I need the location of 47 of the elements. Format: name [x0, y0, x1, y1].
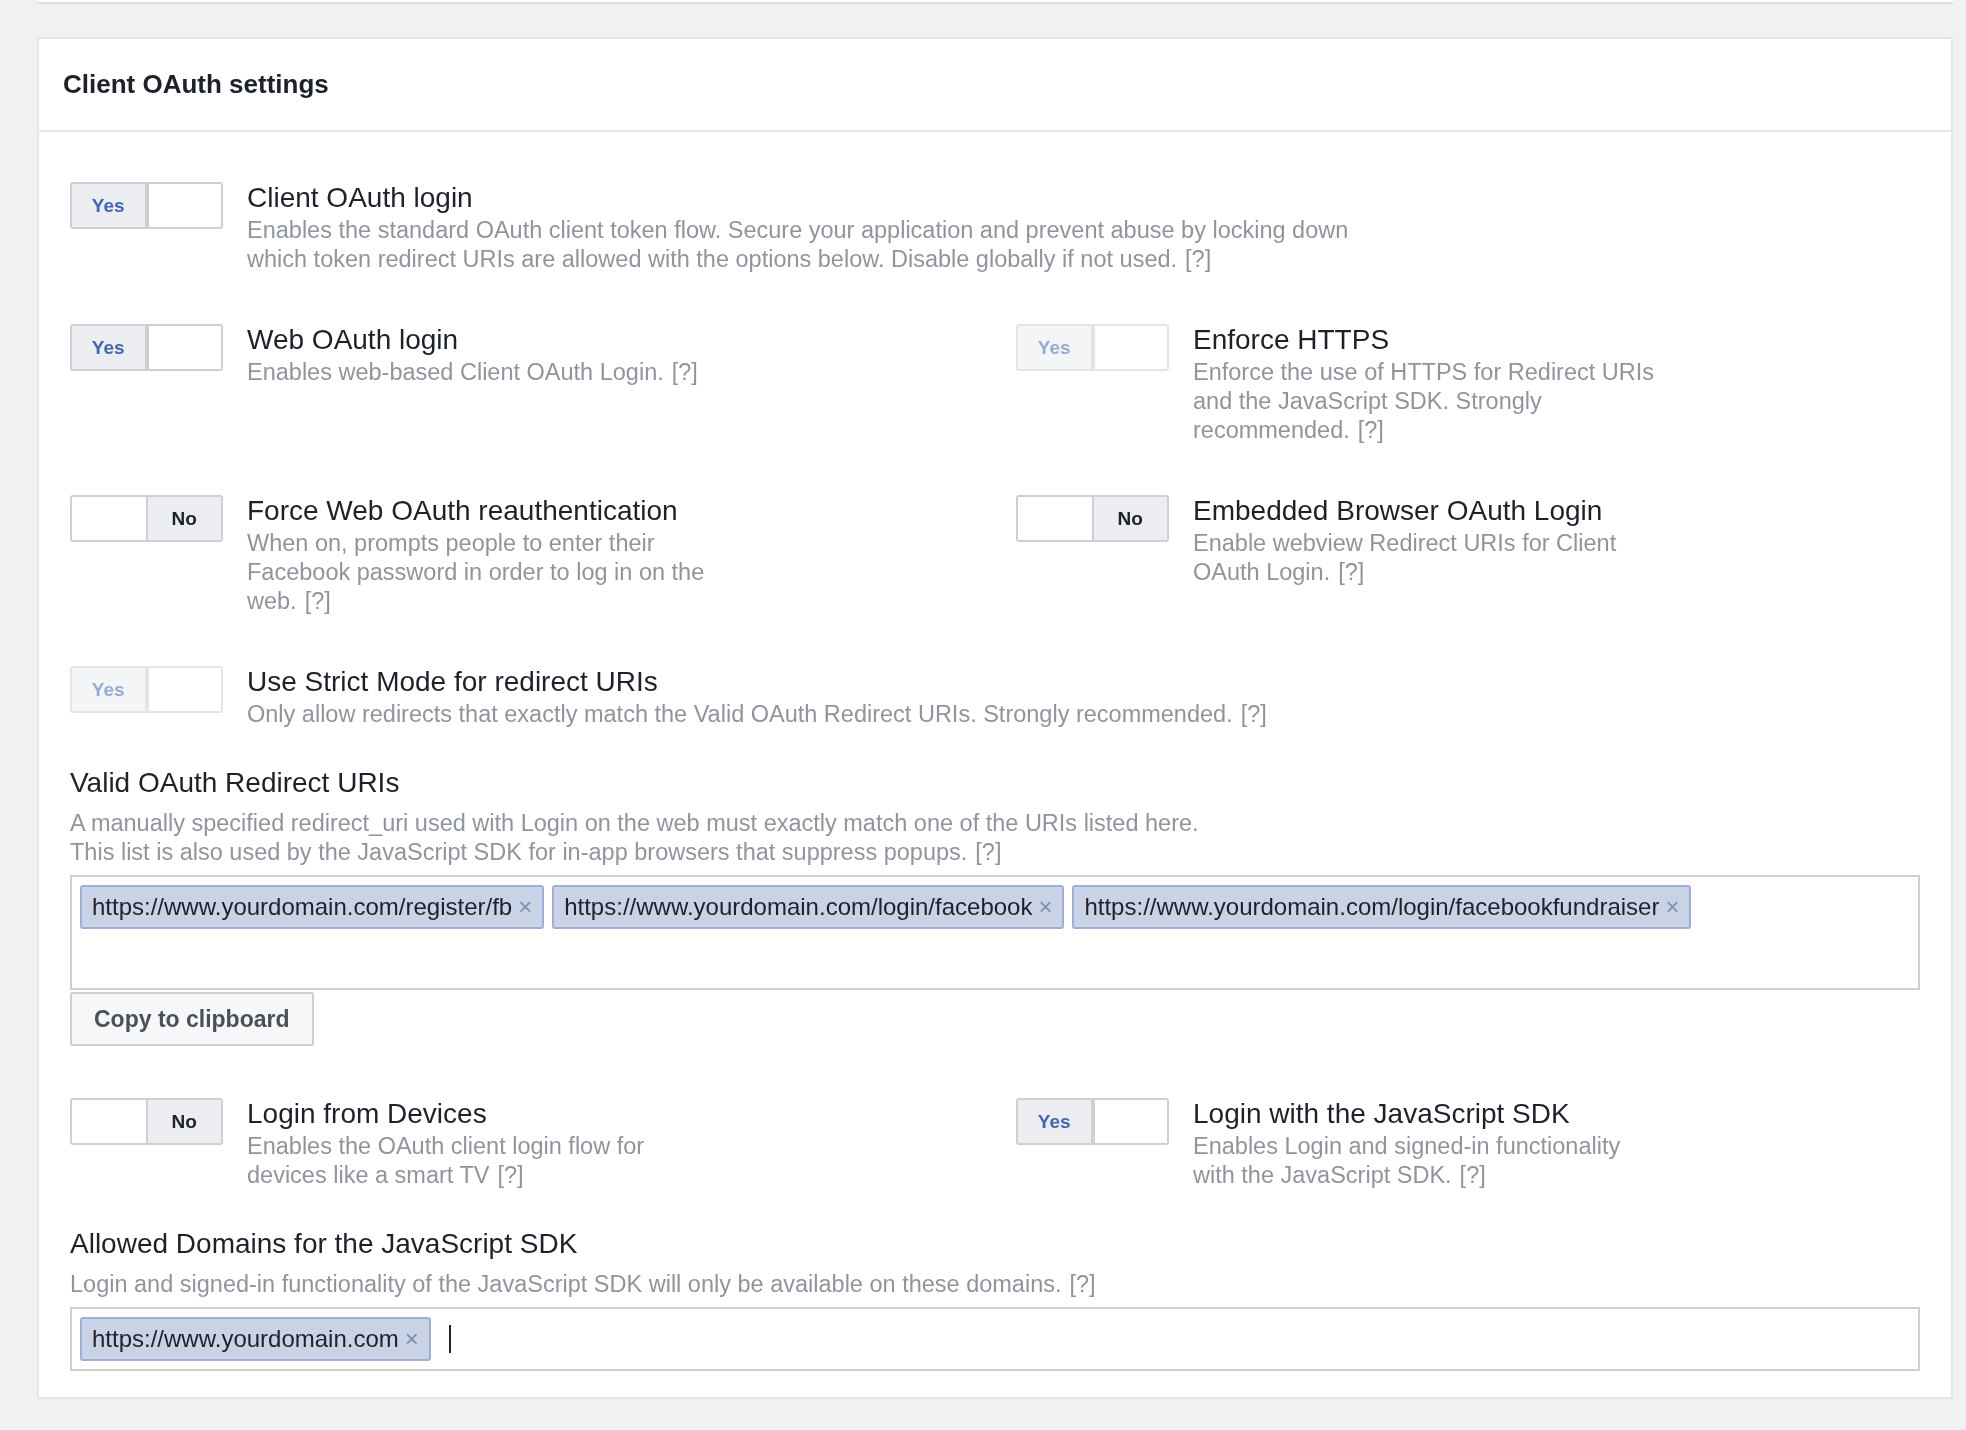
remove-tag-button[interactable]: ×: [404, 1327, 419, 1351]
url-tag: https://www.yourdomain.com ×: [80, 1317, 431, 1361]
setting-title: Login from Devices: [247, 1097, 488, 1131]
text-cursor: [448, 1325, 451, 1353]
toggle-switch[interactable]: Yes: [70, 182, 223, 229]
remove-tag-button[interactable]: ×: [1665, 895, 1680, 919]
url-tag: https://www.yourdomain.com/login/facebook ×: [552, 885, 1065, 929]
setting-description: Only allow redirects that exactly match the Valid OAuth Redirect URIs. Strongly recommended. [?]: [247, 700, 1267, 729]
field-label: Valid OAuth Redirect URIs: [70, 766, 401, 800]
url-tag: https://www.yourdomain.com/login/facebookfundraiser ×: [1072, 885, 1692, 929]
help-link[interactable]: [?]: [1069, 1271, 1096, 1297]
setting-description: When on, prompts people to enter their Facebook password in order to log in on the web. [?]: [247, 529, 706, 616]
setting-description: Enables the OAuth client login flow for devices like a smart TV [?]: [247, 1132, 646, 1190]
help-link[interactable]: [?]: [1185, 246, 1212, 272]
setting-title: Enforce HTTPS: [1193, 323, 1391, 357]
panel-title: Client OAuth settings: [63, 69, 329, 100]
help-link[interactable]: [?]: [1338, 559, 1365, 585]
help-link[interactable]: [?]: [671, 359, 698, 385]
help-link[interactable]: [?]: [1459, 1162, 1486, 1188]
setting-title: Client OAuth login: [247, 181, 474, 215]
copy-button[interactable]: Copy to clipboard: [70, 992, 314, 1046]
remove-tag-button[interactable]: ×: [518, 895, 533, 919]
help-link[interactable]: [?]: [304, 588, 331, 614]
remove-tag-button[interactable]: ×: [1038, 895, 1053, 919]
setting-description: Enable webview Redirect URIs for Client OAuth Login. [?]: [1193, 529, 1618, 587]
toggle-switch[interactable]: No: [70, 495, 223, 542]
setting-title: Web OAuth login: [247, 323, 460, 357]
toggle-switch[interactable]: Yes: [1016, 1098, 1169, 1145]
setting-title: Force Web OAuth reauthentication: [247, 494, 679, 528]
setting-title: Login with the JavaScript SDK: [1193, 1097, 1571, 1131]
setting-description: Enables web-based Client OAuth Login. [?]: [247, 358, 698, 387]
setting-title: Embedded Browser OAuth Login: [1193, 494, 1604, 528]
setting-description: Enables the standard OAuth client token flow. Secure your application and prevent abuse by locking down which token redirect URIs are allowed with the options below. Disable globally if not used. [?]: [247, 216, 1350, 274]
field-description: A manually specified redirect_uri used with Login on the web must exactly match one of the URIs listed here. This list is also used by the JavaScript SDK for in-app browsers that suppress popups. [?]: [70, 809, 1200, 867]
setting-title: Use Strict Mode for redirect URIs: [247, 665, 659, 699]
toggle-switch[interactable]: Yes: [70, 324, 223, 371]
setting-description: Enforce the use of HTTPS for Redirect URIs and the JavaScript SDK. Strongly recommended. [?]: [1193, 358, 1656, 445]
tag-input-field[interactable]: https://www.yourdomain.com ×: [70, 1307, 1920, 1371]
field-description: Login and signed-in functionality of the JavaScript SDK will only be available on these domains. [?]: [70, 1270, 1097, 1299]
url-tag: https://www.yourdomain.com/register/fb ×: [80, 885, 545, 929]
field-label: Allowed Domains for the JavaScript SDK: [70, 1227, 579, 1261]
tag-input-field[interactable]: https://www.yourdomain.com/register/fb × https://www.yourdomain.com/login/facebook × https://www.yourdomain.com/login/facebookfundraiser ×: [70, 875, 1920, 990]
help-link[interactable]: [?]: [497, 1162, 524, 1188]
help-link[interactable]: [?]: [975, 839, 1002, 865]
toggle-switch[interactable]: No: [1016, 495, 1169, 542]
setting-description: Enables Login and signed-in functionality with the JavaScript SDK. [?]: [1193, 1132, 1622, 1190]
toggle-switch[interactable]: No: [70, 1098, 223, 1145]
